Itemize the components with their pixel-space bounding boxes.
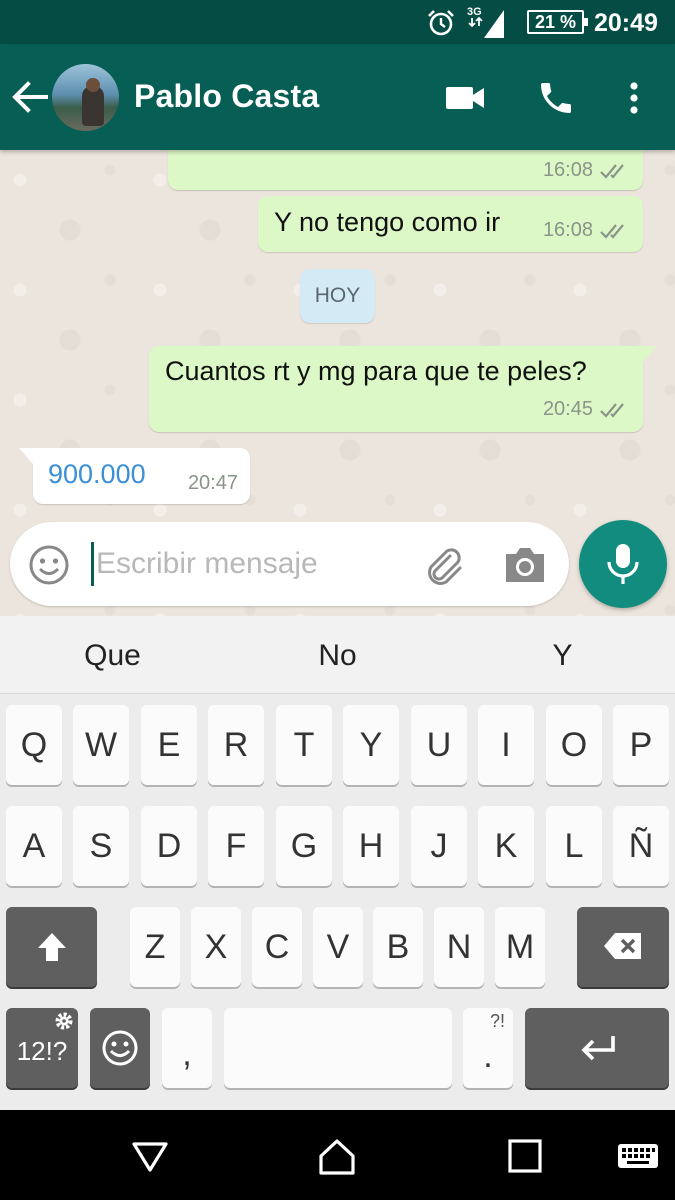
key-r[interactable]: R bbox=[208, 705, 264, 785]
more-vert-icon[interactable] bbox=[614, 78, 654, 118]
key-m[interactable]: M bbox=[495, 907, 545, 987]
key-e[interactable]: E bbox=[141, 705, 197, 785]
key-v[interactable]: V bbox=[313, 907, 363, 987]
key-g[interactable]: G bbox=[276, 806, 332, 886]
key-t[interactable]: T bbox=[276, 705, 332, 785]
key-c[interactable]: C bbox=[252, 907, 302, 987]
message-text: Y no tengo como ir bbox=[274, 207, 501, 237]
suggestion-item[interactable]: Que bbox=[0, 616, 225, 694]
chat-header: Pablo Casta bbox=[0, 44, 675, 150]
network-type: 3G bbox=[467, 6, 482, 18]
key-hint: ?! bbox=[489, 1011, 505, 1031]
key-s[interactable]: S bbox=[73, 806, 129, 886]
key-h[interactable]: H bbox=[343, 806, 399, 886]
contact-avatar[interactable] bbox=[52, 64, 119, 131]
key-u[interactable]: U bbox=[411, 705, 467, 785]
avatar-person-head bbox=[86, 78, 100, 92]
suggestion-item[interactable]: No bbox=[225, 616, 450, 694]
backspace-key[interactable] bbox=[577, 907, 669, 987]
back-arrow-icon[interactable] bbox=[10, 80, 50, 114]
symbols-key[interactable]: 12!? bbox=[6, 1008, 78, 1088]
attach-icon[interactable] bbox=[420, 542, 466, 588]
battery-icon: 21 % bbox=[527, 10, 589, 34]
nav-back-icon[interactable] bbox=[130, 1136, 170, 1176]
signal-icon: 3G bbox=[466, 4, 508, 45]
keyboard-switch-icon[interactable] bbox=[616, 1136, 660, 1176]
shift-arrow-icon bbox=[38, 933, 66, 961]
backspace-icon bbox=[604, 933, 641, 959]
message-time: 16:08 bbox=[542, 219, 593, 241]
message-text: Cuantos rt y mg para que te peles? bbox=[165, 356, 587, 386]
message-input[interactable] bbox=[92, 538, 412, 590]
alarm-icon bbox=[426, 8, 456, 43]
camera-icon[interactable] bbox=[502, 544, 548, 586]
soft-keyboard: Que No Y Q W E R T Y U I O P A S D F G H… bbox=[0, 616, 675, 1110]
key-b[interactable]: B bbox=[373, 907, 423, 987]
message-outgoing[interactable]: Cuantos rt y mg para que te peles? 20:45 bbox=[149, 346, 657, 432]
message-outgoing[interactable]: 16:08 bbox=[168, 150, 643, 190]
key-n[interactable]: N bbox=[434, 907, 484, 987]
settings-gear-icon bbox=[55, 1012, 73, 1030]
key-j[interactable]: J bbox=[411, 806, 467, 886]
message-composer bbox=[10, 522, 569, 606]
spacebar[interactable] bbox=[224, 1008, 452, 1088]
enter-icon bbox=[581, 1036, 615, 1061]
key-enye[interactable]: Ñ bbox=[613, 806, 669, 886]
read-ticks-icon bbox=[600, 224, 624, 239]
video-call-icon[interactable] bbox=[444, 78, 486, 118]
key-y[interactable]: Y bbox=[343, 705, 399, 785]
read-ticks-icon bbox=[600, 403, 624, 418]
avatar-person-silhouette bbox=[82, 86, 104, 126]
emoji-icon bbox=[102, 1030, 138, 1066]
key-d[interactable]: D bbox=[141, 806, 197, 886]
shift-key[interactable] bbox=[6, 907, 97, 987]
emoji-key[interactable] bbox=[90, 1008, 150, 1088]
key-q[interactable]: Q bbox=[6, 705, 62, 785]
key-p[interactable]: P bbox=[613, 705, 669, 785]
date-divider: HOY bbox=[300, 269, 375, 323]
read-ticks-icon bbox=[600, 164, 624, 179]
key-w[interactable]: W bbox=[73, 705, 129, 785]
key-a[interactable]: A bbox=[6, 806, 62, 886]
status-bar: 3G 21 % 20:49 bbox=[0, 0, 675, 44]
message-time: 16:08 bbox=[542, 159, 593, 181]
voice-record-button[interactable] bbox=[579, 520, 667, 608]
contact-name[interactable]: Pablo Casta bbox=[134, 78, 319, 115]
key-i[interactable]: I bbox=[478, 705, 534, 785]
message-incoming[interactable]: 900.000 20:47 bbox=[19, 448, 250, 504]
message-time: 20:47 bbox=[187, 472, 238, 494]
key-k[interactable]: K bbox=[478, 806, 534, 886]
nav-home-icon[interactable] bbox=[317, 1136, 357, 1176]
key-z[interactable]: Z bbox=[130, 907, 180, 987]
key-o[interactable]: O bbox=[546, 705, 602, 785]
clock: 20:49 bbox=[594, 9, 658, 37]
key-l[interactable]: L bbox=[546, 806, 602, 886]
message-text[interactable]: 900.000 bbox=[48, 459, 146, 490]
message-outgoing[interactable]: Y no tengo como ir 16:08 bbox=[258, 196, 643, 252]
key-period[interactable]: ?! . bbox=[463, 1008, 513, 1088]
enter-key[interactable] bbox=[525, 1008, 669, 1088]
suggestion-strip: Que No Y bbox=[0, 616, 675, 694]
key-x[interactable]: X bbox=[191, 907, 241, 987]
system-nav-bar bbox=[0, 1110, 675, 1200]
emoji-icon[interactable] bbox=[28, 544, 70, 586]
suggestion-item[interactable]: Y bbox=[450, 616, 675, 694]
key-f[interactable]: F bbox=[208, 806, 264, 886]
nav-recents-icon[interactable] bbox=[505, 1136, 545, 1176]
message-time: 20:45 bbox=[542, 398, 593, 420]
key-comma[interactable]: , bbox=[162, 1008, 212, 1088]
microphone-icon bbox=[607, 544, 639, 584]
phone-icon[interactable] bbox=[535, 78, 577, 118]
